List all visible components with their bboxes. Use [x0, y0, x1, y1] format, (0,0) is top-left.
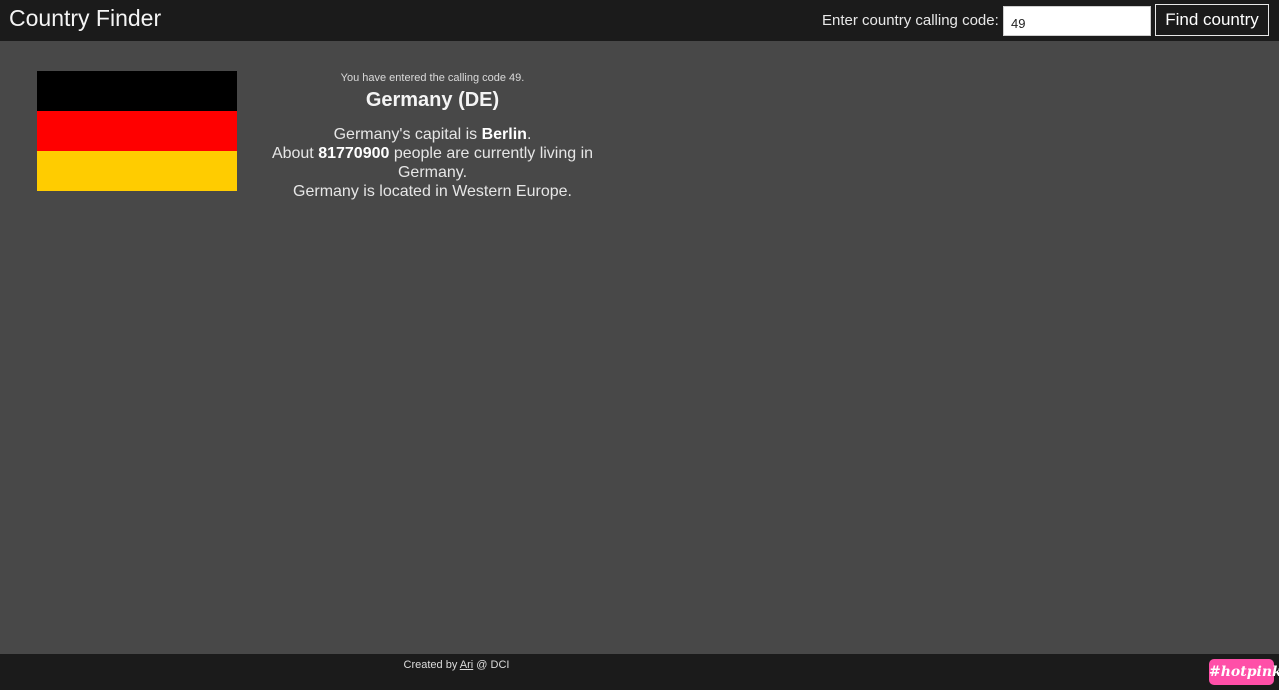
region-line: Germany is located in Western Europe.: [293, 183, 572, 200]
author-link[interactable]: Ari: [460, 659, 473, 671]
country-flag: [37, 71, 237, 191]
flag-stripe-red: [37, 111, 237, 151]
app-title: Country Finder: [9, 5, 162, 31]
footer-prefix: Created by: [403, 659, 460, 671]
entered-code-note: You have entered the calling code 49.: [340, 72, 525, 84]
population-line: About 81770900 people are currently livi…: [255, 144, 610, 182]
calling-code-label: Enter country calling code:: [822, 12, 999, 29]
capital-line: Germany's capital is Berlin.: [255, 125, 610, 144]
find-country-button[interactable]: Find country: [1155, 4, 1269, 36]
country-title: Germany (DE): [365, 89, 500, 111]
flag-stripe-gold: [37, 151, 237, 191]
population-value: 81770900: [318, 145, 390, 162]
footer: Created by Ari @ DCI: [0, 654, 1279, 690]
capital-suffix: .: [526, 126, 532, 143]
hotpink-badge[interactable]: #hotpink: [1209, 659, 1279, 685]
capital-name: Berlin: [481, 126, 527, 143]
flag-stripe-black: [37, 71, 237, 111]
country-details: Germany's capital is Berlin. About 81770…: [255, 125, 610, 201]
population-suffix: people are currently living in Germany.: [389, 145, 594, 181]
calling-code-input[interactable]: [1003, 6, 1151, 36]
top-bar: Country Finder Enter country calling cod…: [0, 0, 1279, 41]
footer-credit: Created by Ari @ DCI: [0, 659, 913, 671]
country-info: You have entered the calling code 49. Ge…: [255, 71, 610, 201]
capital-prefix: Germany's capital is: [333, 126, 482, 143]
footer-suffix: @ DCI: [473, 659, 510, 671]
population-prefix: About: [271, 145, 319, 162]
